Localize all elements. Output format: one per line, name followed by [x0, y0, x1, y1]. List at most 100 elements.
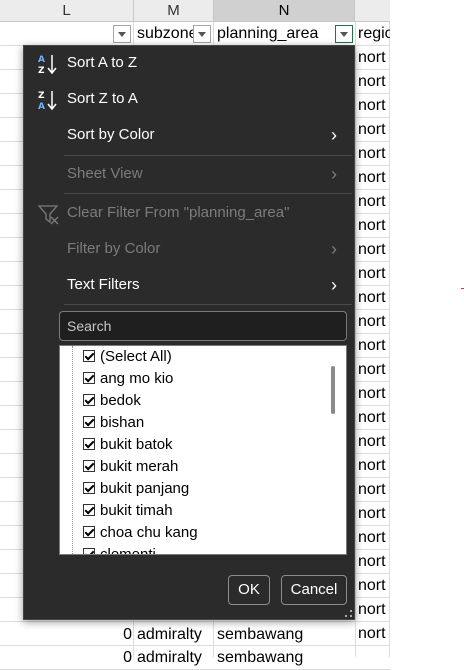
search-input[interactable]: Search — [59, 311, 347, 341]
region-cell[interactable]: nort — [358, 47, 390, 69]
filter-item[interactable]: bukit merah — [60, 456, 320, 478]
region-cell[interactable]: nort — [358, 527, 390, 549]
region-cell[interactable]: nort — [358, 359, 390, 381]
menu-filter-by-color[interactable]: Filter by Color › — [24, 234, 354, 264]
autofilter-menu: A Z Sort A to Z Z A Sort Z to A Sort by … — [23, 45, 355, 620]
checkbox-checked-icon[interactable] — [83, 482, 95, 494]
region-cell[interactable]: nort — [358, 311, 390, 333]
checkbox-checked-icon[interactable] — [83, 394, 95, 406]
svg-text:A: A — [38, 55, 45, 65]
sort-z-to-a-label: Sort Z to A — [67, 90, 138, 107]
menu-sort-by-color[interactable]: Sort by Color › — [24, 120, 354, 150]
menu-text-filters[interactable]: Text Filters › — [24, 270, 354, 300]
filter-item[interactable]: bedok — [60, 390, 320, 412]
checkbox-checked-icon[interactable] — [83, 438, 95, 450]
column-header-n[interactable]: N — [214, 0, 355, 22]
region-cell[interactable]: nort — [358, 503, 390, 525]
filter-item-label: bedok — [100, 392, 141, 409]
region-cell[interactable]: nort — [358, 407, 390, 429]
region-cell[interactable]: nort — [358, 431, 390, 453]
filter-item[interactable]: clementi — [60, 544, 320, 554]
region-cell[interactable]: nort — [358, 239, 390, 261]
filter-item-label: ang mo kio — [100, 370, 174, 387]
menu-sort-z-to-a[interactable]: Z A Sort Z to A — [24, 84, 354, 114]
svg-text:A: A — [38, 102, 45, 111]
header-cell-planning-area[interactable]: planning_area — [217, 23, 335, 45]
filter-by-color-label: Filter by Color — [67, 240, 161, 257]
region-cell[interactable]: nort — [358, 479, 390, 501]
checkbox-checked-icon[interactable] — [83, 526, 95, 538]
filter-dropdown-n[interactable] — [335, 25, 353, 43]
chevron-right-icon: › — [331, 164, 337, 184]
filter-item[interactable]: bishan — [60, 412, 320, 434]
filter-value-list[interactable]: (Select All) ang mo kio bedok bishan bukit b… — [59, 345, 347, 555]
sheet-view-label: Sheet View — [67, 165, 143, 182]
region-cell[interactable]: nort — [358, 287, 390, 309]
list-scrollbar[interactable] — [331, 366, 335, 414]
region-cell[interactable]: nort — [358, 335, 390, 357]
checkbox-checked-icon[interactable] — [83, 460, 95, 472]
separator — [64, 304, 352, 305]
filter-item[interactable]: bukit panjang — [60, 478, 320, 500]
cell-n-row2[interactable]: sembawang — [217, 647, 353, 669]
sort-by-color-label: Sort by Color — [67, 126, 155, 143]
filter-item-label: bukit panjang — [100, 480, 190, 497]
separator — [64, 155, 352, 156]
region-cell[interactable]: nort — [358, 623, 390, 645]
region-cell[interactable]: nort — [358, 143, 390, 165]
filter-item-label: bishan — [100, 414, 145, 431]
checkbox-checked-icon[interactable] — [83, 548, 95, 554]
column-header-m[interactable]: M — [134, 0, 214, 22]
checkbox-checked-icon[interactable] — [83, 416, 95, 428]
region-cell[interactable]: nort — [358, 215, 390, 237]
menu-clear-filter[interactable]: Clear Filter From "planning_area" — [24, 198, 354, 228]
region-cell[interactable]: nort — [358, 71, 390, 93]
filter-dropdown-l[interactable] — [113, 25, 131, 43]
region-cell[interactable]: nort — [358, 455, 390, 477]
region-cell[interactable]: nort — [358, 599, 390, 621]
region-cell[interactable]: nort — [358, 263, 390, 285]
filter-item-select-all[interactable]: (Select All) — [60, 346, 320, 368]
checkbox-checked-icon[interactable] — [83, 350, 95, 362]
filter-item-label: bukit batok — [100, 436, 173, 453]
region-cell[interactable]: nort — [358, 95, 390, 117]
sort-ascending-icon: A Z — [38, 55, 57, 75]
cell-l-row2[interactable]: 0 — [118, 647, 132, 669]
filter-item-label: (Select All) — [100, 348, 172, 365]
svg-text:Z: Z — [38, 91, 45, 101]
text-filters-label: Text Filters — [67, 276, 140, 293]
cell-n-row1[interactable]: sembawang — [217, 624, 353, 646]
filter-item-label: bukit merah — [100, 458, 179, 475]
filter-item[interactable]: bukit timah — [60, 500, 320, 522]
region-cell[interactable]: nort — [358, 119, 390, 141]
region-cell[interactable]: nort — [358, 383, 390, 405]
separator — [64, 193, 352, 194]
menu-sheet-view[interactable]: Sheet View › — [24, 159, 354, 189]
header-cell-region[interactable]: regio — [358, 23, 390, 45]
checkbox-checked-icon[interactable] — [83, 504, 95, 516]
region-cell[interactable]: nort — [358, 191, 390, 213]
checkbox-checked-icon[interactable] — [83, 372, 95, 384]
column-header-l[interactable]: L — [0, 0, 134, 22]
header-cell-subzone[interactable]: subzone — [137, 23, 193, 45]
filter-item[interactable]: choa chu kang — [60, 522, 320, 544]
cell-m-row2[interactable]: admiralty — [137, 647, 213, 669]
chevron-right-icon: › — [331, 239, 337, 259]
filter-item[interactable]: ang mo kio — [60, 368, 320, 390]
resize-grip-icon[interactable] — [345, 610, 352, 617]
region-cell[interactable]: nort — [358, 575, 390, 597]
sort-descending-icon: Z A — [38, 91, 57, 111]
region-cell[interactable]: nort — [358, 167, 390, 189]
filter-item[interactable]: bukit batok — [60, 434, 320, 456]
cell-m-row1[interactable]: admiralty — [137, 624, 213, 646]
column-header-o[interactable] — [355, 0, 390, 22]
cancel-button[interactable]: Cancel — [281, 575, 347, 605]
chevron-right-icon: › — [331, 275, 337, 295]
menu-sort-a-to-z[interactable]: A Z Sort A to Z — [24, 48, 354, 78]
filter-dropdown-m[interactable] — [193, 25, 211, 43]
sort-a-to-z-label: Sort A to Z — [67, 54, 138, 71]
region-cell[interactable]: nort — [358, 551, 390, 573]
clear-filter-label: Clear Filter From "planning_area" — [67, 204, 290, 221]
cell-l-row1[interactable]: 0 — [118, 624, 132, 646]
ok-button[interactable]: OK — [228, 575, 270, 605]
